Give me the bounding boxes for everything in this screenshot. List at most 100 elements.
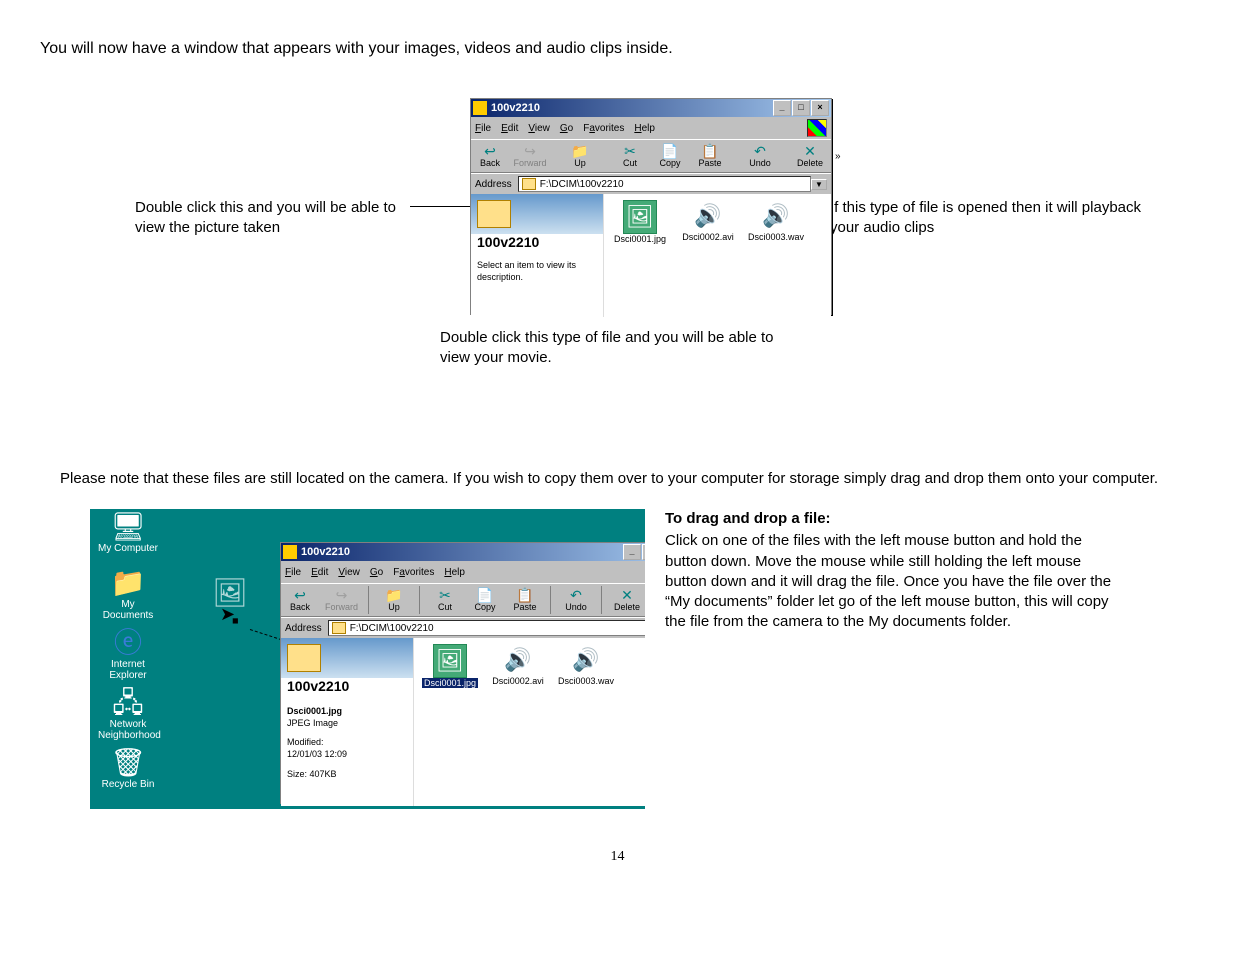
maximize-button[interactable]: □ [642, 544, 645, 560]
media-file-icon: 🔊 [692, 200, 724, 232]
maximize-button[interactable]: □ [792, 100, 810, 116]
file-pane[interactable]: 🖼 Dsci0001.jpg 🔊 Dsci0002.avi 🔊 Dsci0003… [604, 194, 831, 317]
menu-go[interactable]: Go [560, 123, 573, 134]
select-hint: Select an item to view its description. [477, 260, 597, 283]
desktop-icon-ie[interactable]: ⓔ Internet Explorer [98, 629, 158, 681]
big-folder-icon [287, 644, 321, 672]
copy-button[interactable]: 📄Copy [655, 144, 685, 168]
toolbar-overflow-icon[interactable]: » [835, 151, 841, 162]
menu-help[interactable]: Help [444, 567, 465, 578]
explorer-window-1: 100v2210 _ □ × File Edit View Go Favorit… [470, 98, 832, 315]
minimize-button[interactable]: _ [623, 544, 641, 560]
recycle-bin-icon: 🗑 [98, 749, 158, 777]
menu-go[interactable]: Go [370, 567, 383, 578]
menu-file[interactable]: File [285, 567, 301, 578]
file-item-wav[interactable]: 🔊 Dsci0003.wav [556, 644, 616, 686]
detail-modified-label: Modified: [287, 737, 324, 747]
detail-modified-value: 12/01/03 12:09 [287, 749, 347, 759]
forward-button[interactable]: ↪Forward [325, 588, 358, 612]
up-button[interactable]: 📁Up [379, 588, 409, 612]
menu-file[interactable]: File [475, 123, 491, 134]
image-file-icon: 🖼 [433, 644, 467, 678]
big-folder-icon [477, 200, 511, 228]
address-field[interactable]: F:\DCIM\100v2210 [518, 176, 811, 192]
menu-help[interactable]: Help [634, 123, 655, 134]
file-item-avi[interactable]: 🔊 Dsci0002.avi [678, 200, 738, 242]
copy-button[interactable]: 📄Copy [470, 588, 500, 612]
delete-button[interactable]: ✕Delete [612, 588, 642, 612]
address-label: Address [285, 623, 322, 634]
icon-label: Recycle Bin [102, 779, 155, 790]
instructions-body: Click on one of the files with the left … [665, 531, 1115, 632]
back-button[interactable]: ↩Back [285, 588, 315, 612]
cursor-icon: ➤ [220, 604, 235, 625]
file-label: Dsci0001.jpg [614, 234, 666, 244]
window-title: 100v2210 [301, 546, 350, 558]
folder-title: 100v2210 [287, 678, 407, 694]
file-item-jpg[interactable]: 🖼 Dsci0001.jpg [420, 644, 480, 688]
file-label: Dsci0003.wav [558, 676, 614, 686]
folder-icon [522, 178, 536, 190]
icon-label: Network Neighborhood [98, 719, 161, 741]
cut-button[interactable]: ✂Cut [615, 144, 645, 168]
detail-size: Size: 407KB [287, 769, 407, 781]
content-area: 100v2210 Dsci0001.jpg JPEG Image Modifie… [281, 638, 645, 806]
icon-label: Internet Explorer [109, 659, 146, 681]
menu-favorites[interactable]: Favorites [393, 567, 434, 578]
desktop-icon-network[interactable]: 🖧 Network Neighborhood [98, 689, 158, 741]
folder-icon [473, 101, 487, 115]
icon-label: My Computer [98, 543, 158, 554]
titlebar[interactable]: 100v2210 _ □ × [281, 543, 645, 561]
cut-button[interactable]: ✂Cut [430, 588, 460, 612]
image-file-icon: 🖼 [623, 200, 657, 234]
paste-button[interactable]: 📋Paste [510, 588, 540, 612]
instructions: To drag and drop a file: Click on one of… [665, 509, 1115, 633]
info-pane: 100v2210 Dsci0001.jpg JPEG Image Modifie… [281, 638, 414, 806]
audio-file-icon: 🔊 [760, 200, 792, 232]
desktop-icon-recycle-bin[interactable]: 🗑 Recycle Bin [98, 749, 158, 790]
titlebar[interactable]: 100v2210 _ □ × [471, 99, 831, 117]
close-button[interactable]: × [811, 100, 829, 116]
icon-label: My Documents [103, 599, 154, 621]
file-item-avi[interactable]: 🔊 Dsci0002.avi [488, 644, 548, 686]
callout-right: If this type of file is opened then it w… [830, 198, 1160, 237]
forward-button[interactable]: ↪Forward [515, 144, 545, 168]
menu-edit[interactable]: Edit [501, 123, 518, 134]
computer-icon: 🖥 [98, 513, 158, 541]
back-button[interactable]: ↩Back [475, 144, 505, 168]
menu-view[interactable]: View [338, 567, 360, 578]
ie-icon: ⓔ [98, 629, 158, 657]
file-item-jpg[interactable]: 🖼 Dsci0001.jpg [610, 200, 670, 244]
up-button[interactable]: 📁Up [565, 144, 595, 168]
folder-icon: 📁 [98, 569, 158, 597]
address-dropdown[interactable]: ▼ [811, 179, 827, 190]
file-pane[interactable]: 🖼 Dsci0001.jpg 🔊 Dsci0002.avi 🔊 Dsci0003… [414, 638, 645, 806]
address-field[interactable]: F:\DCIM\100v2210 [328, 620, 645, 636]
delete-button[interactable]: ✕Delete [795, 144, 825, 168]
menu-view[interactable]: View [528, 123, 550, 134]
desktop-icon-my-documents[interactable]: 📁 My Documents [98, 569, 158, 621]
figure-2: 🖥 My Computer 📁 My Documents ⓔ Internet … [90, 509, 1195, 809]
undo-button[interactable]: ↶Undo [745, 144, 775, 168]
address-value: F:\DCIM\100v2210 [350, 623, 434, 634]
toolbar: ↩Back ↪Forward 📁Up ✂Cut 📄Copy 📋Paste ↶Un… [281, 583, 645, 617]
desktop-icon-my-computer[interactable]: 🖥 My Computer [98, 513, 158, 554]
file-label: Dsci0002.avi [492, 676, 544, 686]
toolbar: ↩Back ↪Forward 📁Up ✂Cut 📄Copy 📋Paste ↶Un… [471, 139, 831, 173]
address-bar: Address F:\DCIM\100v2210 ▼ [471, 173, 831, 194]
menu-edit[interactable]: Edit [311, 567, 328, 578]
undo-button[interactable]: ↶Undo [561, 588, 591, 612]
paste-button[interactable]: 📋Paste [695, 144, 725, 168]
content-area: 100v2210 Select an item to view its desc… [471, 194, 831, 317]
file-item-wav[interactable]: 🔊 Dsci0003.wav [746, 200, 806, 242]
window-title: 100v2210 [491, 102, 540, 114]
file-details: Dsci0001.jpg JPEG Image Modified: 12/01/… [287, 706, 407, 780]
minimize-button[interactable]: _ [773, 100, 791, 116]
address-value: F:\DCIM\100v2210 [540, 179, 624, 190]
network-icon: 🖧 [98, 689, 158, 717]
menubar: File Edit View Go Favorites Help [471, 117, 831, 139]
image-file-icon: 🖼 [200, 579, 260, 607]
menu-favorites[interactable]: Favorites [583, 123, 624, 134]
file-label: Dsci0001.jpg [422, 678, 478, 688]
windows-logo-icon [807, 119, 827, 137]
